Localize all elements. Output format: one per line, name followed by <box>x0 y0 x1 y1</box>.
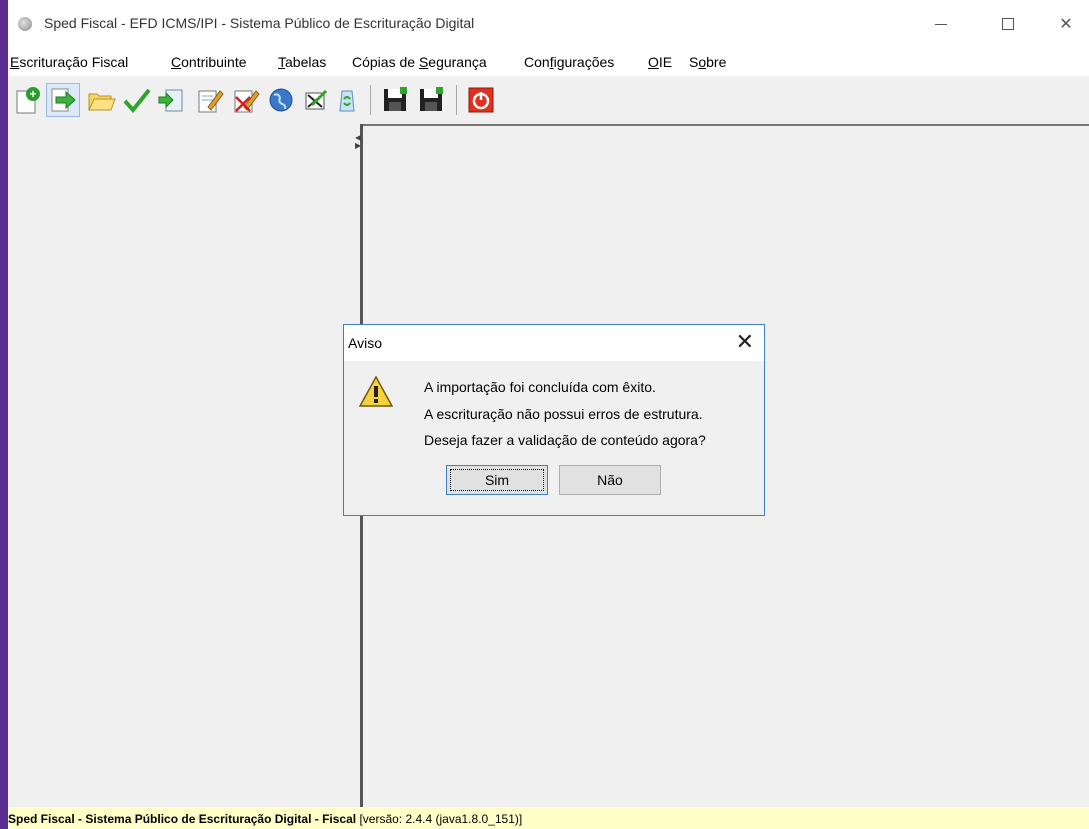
new-file-button[interactable]: + <box>10 83 44 117</box>
menu-tabelas[interactable]: Tabelas <box>278 54 326 70</box>
save-as-icon <box>420 87 443 111</box>
nao-button[interactable]: Não <box>559 465 661 495</box>
menu-label: abelas <box>285 54 327 70</box>
toolbar-separator <box>370 85 371 115</box>
sim-button-label: Sim <box>450 469 544 491</box>
status-version: [versão: 2.4.4 (java1.8.0_151)] <box>356 812 523 826</box>
delete-doc-button[interactable] <box>228 83 262 117</box>
tree-panel[interactable] <box>8 124 360 807</box>
menu-escrituracao-fiscal[interactable]: Escrituração Fiscal <box>10 54 128 70</box>
menu-label: IE <box>658 54 673 70</box>
menu-label: ontribuinte <box>181 54 247 70</box>
app-icon <box>18 17 32 31</box>
validate-button[interactable] <box>120 83 154 117</box>
menu-accel: C <box>171 54 182 70</box>
menu-copias-seguranca[interactable]: Cópias de Segurança <box>352 54 487 70</box>
save-button[interactable] <box>378 83 412 117</box>
maximize-button[interactable] <box>985 0 1031 48</box>
close-button[interactable]: ✕ <box>1043 0 1089 48</box>
menu-label: Cópias de <box>352 54 419 70</box>
menu-configuracoes[interactable]: Configurações <box>524 54 614 70</box>
sim-button[interactable]: Sim <box>446 465 548 495</box>
recycle-button[interactable] <box>330 83 364 117</box>
menu-bar: Escrituração Fiscal Contribuinte Tabelas… <box>8 48 1089 76</box>
title-bar[interactable]: Sped Fiscal - EFD ICMS/IPI - Sistema Púb… <box>8 0 1089 48</box>
power-exit-icon <box>468 87 494 113</box>
validate-check-icon <box>123 88 151 114</box>
status-app-name: Sped Fiscal - Sistema Público de Escritu… <box>8 812 357 826</box>
menu-sobre[interactable]: Sobre <box>689 54 726 70</box>
nao-button-label: Não <box>597 472 623 488</box>
aviso-dialog: Aviso ✕ A importação foi concluída com ê… <box>343 324 765 516</box>
toolbar-separator <box>456 85 457 115</box>
splitter-arrow-icon[interactable]: ◀ ▶ <box>355 134 361 154</box>
menu-oie[interactable]: OIE <box>648 54 672 70</box>
dialog-message-line: A escrituração não possui erros de estru… <box>424 406 703 422</box>
signature-icon <box>305 89 328 110</box>
menu-label: egurança <box>428 54 487 70</box>
minimize-icon <box>935 23 947 25</box>
menu-contribuinte[interactable]: Contribuinte <box>171 54 247 70</box>
menu-label: igurações <box>553 54 615 70</box>
recycle-icon <box>339 90 355 112</box>
dialog-message-line: Deseja fazer a validação de conteúdo ago… <box>424 432 706 448</box>
save-icon <box>384 87 407 111</box>
menu-accel: S <box>418 54 429 70</box>
menu-label: bre <box>706 54 727 70</box>
dialog-title: Aviso <box>348 335 382 351</box>
window-title: Sped Fiscal - EFD ICMS/IPI - Sistema Púb… <box>44 15 475 31</box>
status-bar: Sped Fiscal - Sistema Público de Escritu… <box>8 807 1089 829</box>
menu-accel: T <box>278 54 285 70</box>
signature-button[interactable] <box>298 83 332 117</box>
app-window: Sped Fiscal - EFD ICMS/IPI - Sistema Púb… <box>8 0 1089 829</box>
import-doc-icon <box>158 89 183 112</box>
minimize-button[interactable] <box>918 0 964 48</box>
menu-label: scrituração Fiscal <box>19 54 129 70</box>
transmit-globe-icon <box>269 88 293 112</box>
transmit-button[interactable] <box>264 83 298 117</box>
menu-accel: E <box>10 54 20 70</box>
menu-accel: o <box>698 54 707 70</box>
import-doc-button[interactable] <box>154 83 188 117</box>
warning-icon <box>358 375 394 407</box>
edit-doc-button[interactable] <box>192 83 226 117</box>
delete-doc-icon <box>234 90 260 113</box>
menu-label: S <box>689 54 699 70</box>
dialog-message-line: A importação foi concluída com êxito. <box>424 379 656 395</box>
save-as-button[interactable] <box>414 83 448 117</box>
import-arrow-icon <box>51 88 76 112</box>
exit-button[interactable] <box>464 83 498 117</box>
edit-doc-icon <box>198 90 224 113</box>
svg-text:+: + <box>29 87 36 101</box>
menu-accel: O <box>648 54 659 70</box>
open-button[interactable] <box>84 83 118 117</box>
maximize-icon <box>1002 18 1014 30</box>
import-button[interactable] <box>46 83 80 117</box>
open-folder-icon <box>88 93 116 111</box>
close-icon: ✕ <box>1059 16 1073 33</box>
dialog-title-bar[interactable]: Aviso ✕ <box>344 325 764 361</box>
dialog-close-icon[interactable]: ✕ <box>736 330 754 354</box>
new-file-icon: + <box>16 87 40 114</box>
toolbar: + <box>8 77 1089 123</box>
menu-label: Con <box>524 54 550 70</box>
